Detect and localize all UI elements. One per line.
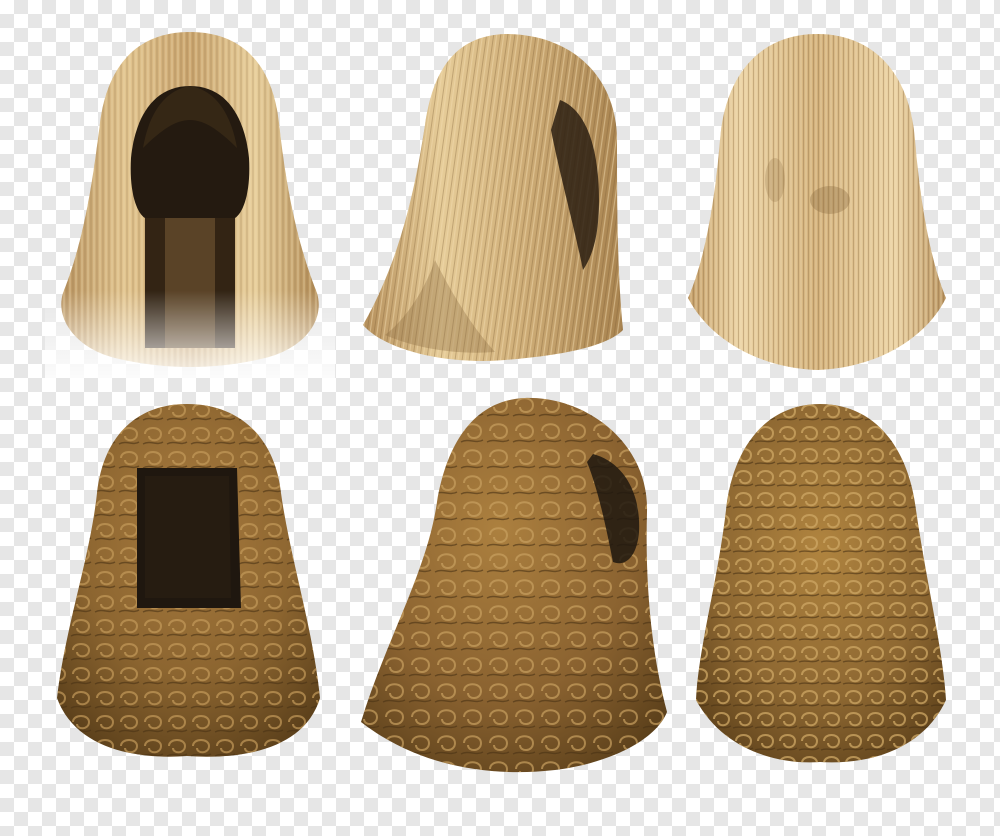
curly-wig-three-quarter <box>355 392 675 782</box>
curly-wig-three-quarter-drawing <box>361 397 667 773</box>
blonde-wig-front-drawing <box>45 28 335 378</box>
curly-wig-front <box>45 398 330 768</box>
blonde-wig-three-quarter <box>355 30 640 375</box>
curly-wig-front-drawing <box>57 404 320 757</box>
blonde-wig-three-quarter-drawing <box>363 34 623 361</box>
blonde-wig-back <box>680 30 955 375</box>
curly-wig-back-drawing <box>696 404 946 763</box>
blonde-wig-back-drawing <box>688 34 946 370</box>
curly-wig-back <box>688 400 953 770</box>
transparent-canvas <box>0 0 1000 836</box>
blonde-wig-front <box>45 28 335 378</box>
